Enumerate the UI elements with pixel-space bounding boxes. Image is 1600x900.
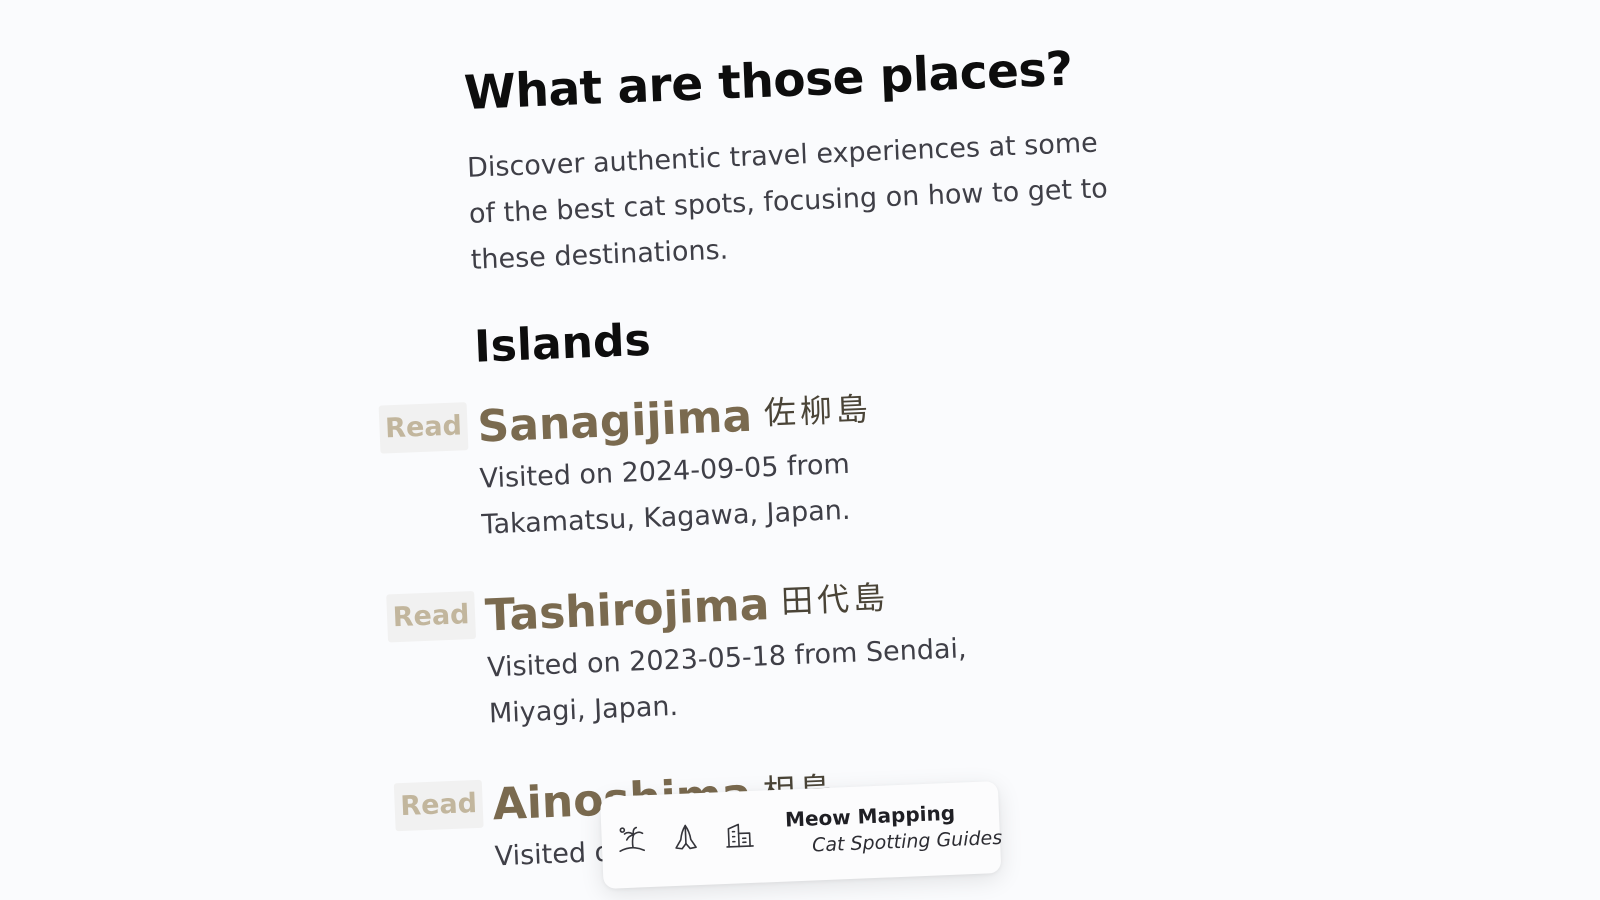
entry-name: Tashirojima	[484, 579, 771, 642]
page-intro: Discover authentic travel experiences at…	[466, 127, 1109, 276]
page-title: What are those places?	[463, 41, 1074, 121]
bottom-dock: Meow Mapping Cat Spotting Guides	[600, 781, 1003, 889]
content-column: What are those places? Discover authenti…	[378, 12, 1197, 900]
shrine-hands-icon[interactable]	[669, 821, 702, 854]
city-buildings-icon[interactable]	[723, 819, 756, 852]
entry-jp-name: 佐柳島	[763, 389, 873, 433]
brand-name: Meow Mapping	[784, 800, 956, 832]
read-button[interactable]: Read	[393, 779, 484, 832]
entry-jp-name: 田代島	[780, 578, 890, 621]
entry-name: Sanagijima	[476, 390, 754, 453]
brand[interactable]: Meow Mapping Cat Spotting Guides	[785, 799, 1003, 858]
read-button[interactable]: Read	[386, 591, 477, 643]
list-item: Read Tashirojima 田代島 Visited on 2023-05-1…	[386, 557, 1190, 738]
list-item: Read Sanagijima 佐柳島 Visited on 2024-09-05…	[378, 368, 1182, 549]
brand-tagline: Cat Spotting Guides	[811, 826, 1003, 857]
page: What are those places? Discover authenti…	[0, 0, 1600, 900]
section-title-islands: Islands	[473, 314, 652, 373]
entry-description: Visited on 2023-05-18 from Sendai, Miyag…	[486, 633, 968, 730]
palm-tree-island-icon[interactable]	[615, 823, 648, 856]
read-button[interactable]: Read	[378, 402, 469, 454]
entry-description: Visited on 2024-09-05 from Takamatsu, Ka…	[479, 448, 852, 541]
dock-icon-group	[615, 819, 756, 857]
